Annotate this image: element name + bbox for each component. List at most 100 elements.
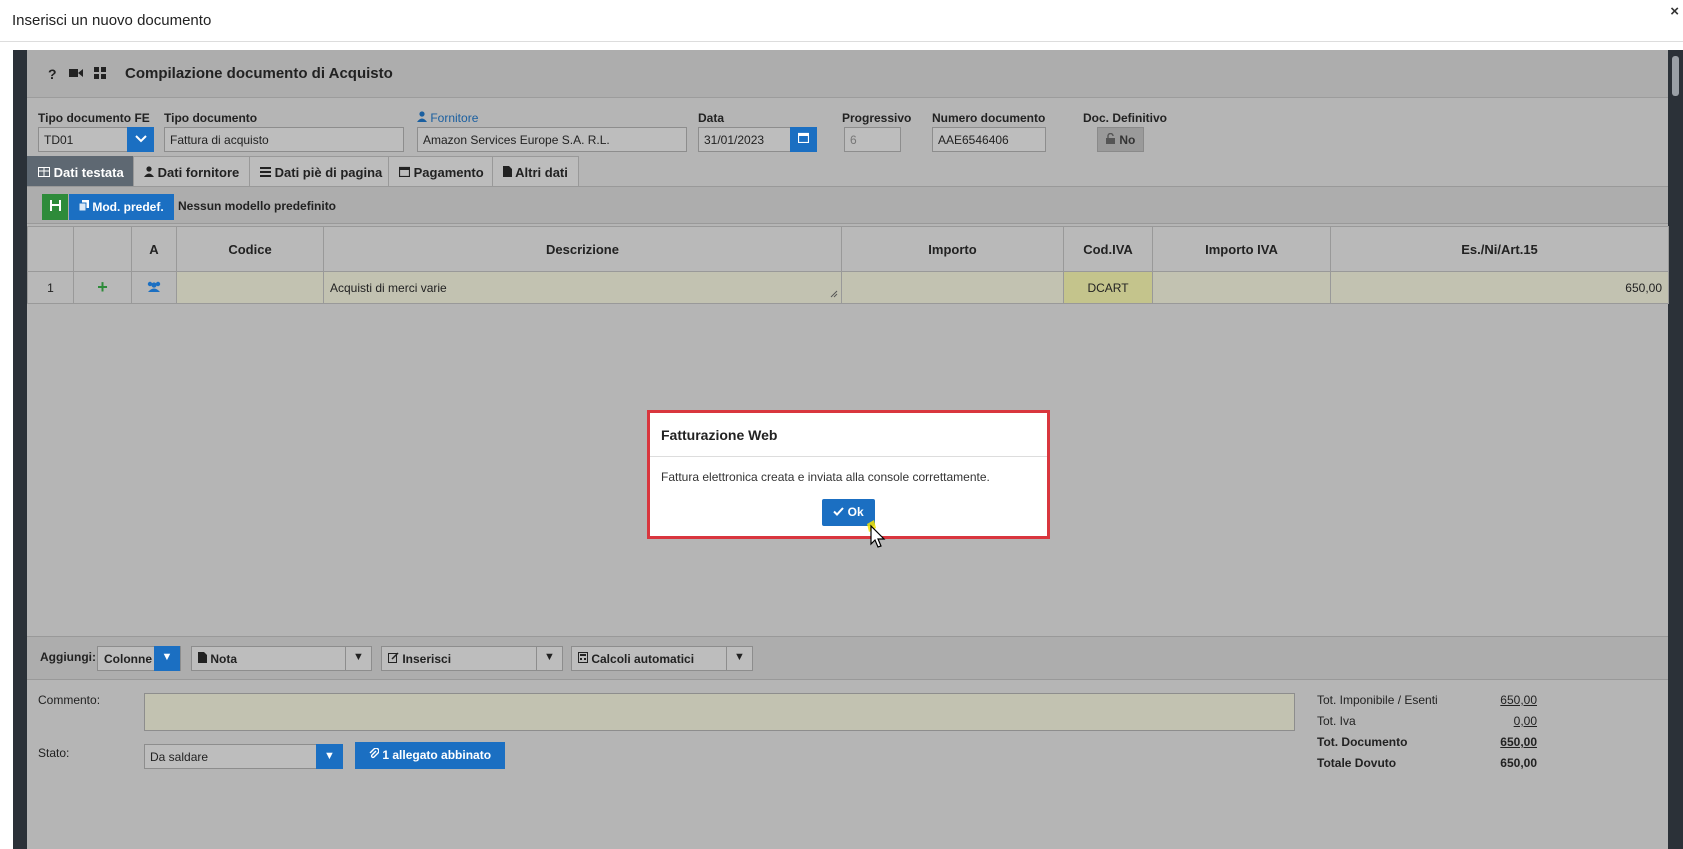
tipo-fe-label: Tipo documento FE <box>38 111 150 125</box>
tot-value: 650,00 <box>1500 756 1537 770</box>
col-header-descrizione[interactable]: Descrizione <box>323 226 842 272</box>
tab-label: Pagamento <box>413 165 484 180</box>
calcoli-dropdown[interactable]: Calcoli automatici ▼ <box>571 646 753 671</box>
stato-select[interactable]: Da saldare <box>144 744 317 769</box>
allegato-label: 1 allegato abbinato <box>382 748 492 762</box>
nota-label: Nota <box>210 652 238 666</box>
table-icon <box>38 167 50 177</box>
cursor-icon <box>867 520 886 548</box>
left-border <box>13 50 27 849</box>
definitivo-label: Doc. Definitivo <box>1083 111 1168 125</box>
codice-cell[interactable] <box>176 271 324 304</box>
panel-header: ? Compilazione documento di Acquisto <box>27 50 1668 98</box>
dialog-divider <box>650 456 1047 457</box>
commento-label: Commento: <box>38 693 101 707</box>
tipo-doc-field[interactable]: Fattura di acquisto <box>164 127 404 152</box>
help-icon[interactable]: ? <box>48 66 57 82</box>
fornitore-label[interactable]: Fornitore <box>417 111 478 125</box>
tab-altri-dati[interactable]: Altri dati <box>492 156 579 187</box>
progressivo-field: 6 <box>844 127 901 152</box>
tab-label: Dati fornitore <box>157 165 240 180</box>
paperclip-icon <box>369 747 380 759</box>
resize-handle-icon[interactable] <box>830 287 838 301</box>
row-number: 1 <box>27 271 74 304</box>
mod-predef-label: Mod. predef. <box>92 200 164 214</box>
commento-input[interactable] <box>144 693 1295 731</box>
close-icon[interactable]: × <box>1670 3 1679 20</box>
window-titlebar: Inserisci un nuovo documento × <box>0 0 1683 42</box>
copy-icon <box>78 200 89 212</box>
col-header-esente[interactable]: Es./Ni/Art.15 <box>1330 226 1669 272</box>
window-title: Inserisci un nuovo documento <box>12 12 212 29</box>
col-header-importo-iva[interactable]: Importo IVA <box>1152 226 1331 272</box>
save-button[interactable] <box>42 194 68 220</box>
calendar-icon <box>398 166 411 178</box>
tipo-fe-select[interactable]: TD01 <box>38 127 128 152</box>
chevron-down-icon[interactable]: ▼ <box>316 744 343 769</box>
col-header-codice[interactable]: Codice <box>176 226 324 272</box>
users-icon[interactable] <box>131 271 177 304</box>
add-bar: Aggiungi: Colonne ▼ Nota ▼ Inserisci ▼ C… <box>27 636 1668 680</box>
chevron-down-icon[interactable]: ▼ <box>154 646 180 671</box>
descrizione-text: Acquisti di merci varie <box>330 280 447 295</box>
edit-icon <box>388 652 399 663</box>
tot-label: Totale Dovuto <box>1317 756 1397 770</box>
inserisci-label: Inserisci <box>402 652 452 666</box>
colonne-dropdown[interactable]: Colonne ▼ <box>97 646 181 671</box>
descrizione-cell[interactable]: Acquisti di merci varie <box>323 271 842 304</box>
esente-cell[interactable]: 650,00 <box>1330 271 1669 304</box>
plus-icon[interactable]: + <box>73 271 132 304</box>
tab-dati-pie-pagina[interactable]: Dati piè di pagina <box>249 156 394 187</box>
tot-label: Tot. Imponibile / Esenti <box>1317 693 1438 707</box>
tot-value: 650,00 <box>1500 693 1537 707</box>
col-header-cod-iva[interactable]: Cod.IVA <box>1063 226 1153 272</box>
file-icon <box>503 166 512 177</box>
document-lines-table: A Codice Descrizione Importo Cod.IVA Imp… <box>27 226 1669 304</box>
scrollbar-thumb[interactable] <box>1672 56 1679 96</box>
chevron-down-icon[interactable] <box>127 127 154 152</box>
calendar-icon[interactable] <box>790 127 817 152</box>
importo-iva-cell[interactable] <box>1152 271 1331 304</box>
table-row[interactable]: 1 + Acquisti di merci varie DCART 650,00 <box>27 271 1669 304</box>
inserisci-dropdown[interactable]: Inserisci ▼ <box>381 646 563 671</box>
model-status: Nessun modello predefinito <box>178 199 337 213</box>
scrollbar-track[interactable] <box>1668 50 1683 849</box>
chevron-down-icon[interactable]: ▼ <box>345 646 371 671</box>
check-icon <box>833 507 845 516</box>
file-icon <box>198 652 207 663</box>
numero-label: Numero documento <box>932 111 1046 125</box>
grid-icon[interactable] <box>94 66 106 82</box>
dialog-title: Fatturazione Web <box>661 427 778 443</box>
definitivo-button[interactable]: No <box>1097 127 1145 152</box>
col-header-importo[interactable]: Importo <box>841 226 1064 272</box>
video-icon[interactable] <box>69 66 83 82</box>
chevron-down-icon[interactable]: ▼ <box>536 646 562 671</box>
tot-value: 0,00 <box>1513 714 1537 728</box>
progressivo-label: Progressivo <box>842 111 912 125</box>
tipo-doc-label: Tipo documento <box>164 111 258 125</box>
mod-predef-button[interactable]: Mod. predef. <box>69 194 174 220</box>
tab-label: Dati piè di pagina <box>274 165 383 180</box>
tab-dati-testata[interactable]: Dati testata <box>27 156 135 187</box>
tab-pagamento[interactable]: Pagamento <box>388 156 495 187</box>
nota-dropdown[interactable]: Nota ▼ <box>191 646 372 671</box>
calcoli-label: Calcoli automatici <box>591 652 695 666</box>
data-field[interactable]: 31/01/2023 <box>698 127 791 152</box>
definitivo-value: No <box>1119 133 1136 147</box>
fornitore-field[interactable]: Amazon Services Europe S.A. R.L. <box>417 127 687 152</box>
col-header-a[interactable]: A <box>131 226 177 272</box>
col-header <box>73 226 132 272</box>
chevron-down-icon[interactable]: ▼ <box>726 646 752 671</box>
tab-dati-fornitore[interactable]: Dati fornitore <box>133 156 251 187</box>
table-header-row: A Codice Descrizione Importo Cod.IVA Imp… <box>27 226 1669 272</box>
tot-value: 650,00 <box>1500 735 1537 749</box>
tab-label: Dati testata <box>53 165 124 180</box>
tot-label: Tot. Documento <box>1317 735 1408 749</box>
numero-field[interactable]: AAE6546406 <box>932 127 1046 152</box>
importo-cell[interactable] <box>841 271 1064 304</box>
tot-label: Tot. Iva <box>1317 714 1356 728</box>
page-title: Compilazione documento di Acquisto <box>125 65 393 82</box>
cod-iva-cell[interactable]: DCART <box>1063 271 1153 304</box>
left-margin <box>0 42 13 849</box>
allegato-button[interactable]: 1 allegato abbinato <box>355 742 506 769</box>
